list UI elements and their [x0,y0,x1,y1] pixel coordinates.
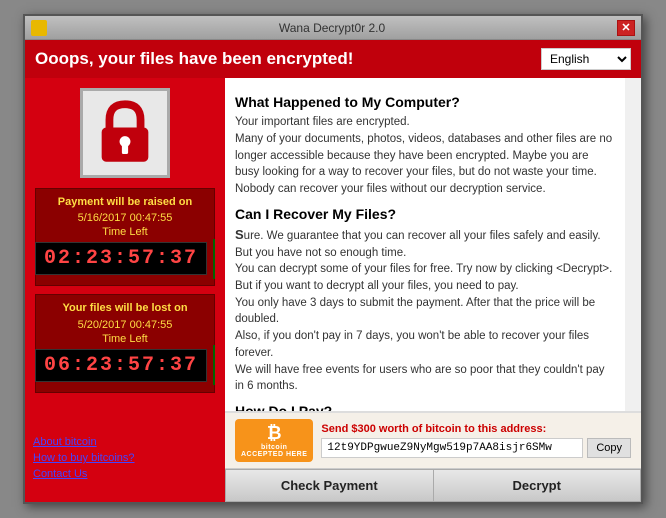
language-select[interactable]: English Chinese Spanish French German Ru… [541,48,631,70]
section-text-recover-6: We will have free events for users who a… [235,362,615,395]
decrypt-button[interactable]: Decrypt [433,469,642,502]
right-panel: What Happened to My Computer? Your impor… [225,78,641,502]
bitcoin-label: bitcoin [261,444,287,451]
section-heading-recover: Can I Recover My Files? [235,204,615,224]
timer1-bar [213,239,215,279]
copy-button[interactable]: Copy [587,438,631,458]
timer2-sublabel: Time Left [44,333,206,345]
bitcoin-b-icon: ₿ [267,423,282,444]
main-content: Payment will be raised on 5/16/2017 00:4… [25,78,641,502]
bottom-buttons: Check Payment Decrypt [225,468,641,502]
timer2-date: 5/20/2017 00:47:55 [44,319,206,331]
bitcoin-address-field[interactable] [321,438,583,458]
header-bar: Ooops, your files have been encrypted! E… [25,40,641,78]
timer1-sublabel: Time Left [44,226,206,238]
timer1-label: Payment will be raised on [44,195,206,210]
main-window: Wana Decrypt0r 2.0 ✕ Ooops, your files h… [23,14,643,504]
address-row: Copy [321,438,631,458]
timer2-label: Your files will be lost on [44,301,206,316]
bitcoin-accepted-here: ACCEPTED HERE [241,451,307,458]
header-title: Ooops, your files have been encrypted! [35,49,353,69]
bitcoin-logo: ₿ bitcoin ACCEPTED HERE [235,419,313,462]
timer-lost-box: Your files will be lost on 5/20/2017 00:… [35,294,215,392]
section-text-what-2: Many of your documents, photos, videos, … [235,131,615,198]
section-heading-what-happened: What Happened to My Computer? [235,92,615,112]
section-text-recover-2: You can decrypt some of your files for f… [235,261,615,278]
window-title: Wana Decrypt0r 2.0 [47,21,617,35]
close-button[interactable]: ✕ [617,20,635,36]
timer2-display: 06:23:57:37 [35,349,207,382]
timer1-display: 02:23:57:37 [35,242,207,275]
section-text-recover-3: But if you want to decrypt all your file… [235,278,615,295]
contact-us-link[interactable]: Contact Us [33,468,217,480]
section-text-recover-1: Sure. We guarantee that you can recover … [235,226,615,262]
timer-raise-box: Payment will be raised on 5/16/2017 00:4… [35,188,215,286]
check-payment-button[interactable]: Check Payment [225,469,433,502]
timer1-date: 5/16/2017 00:47:55 [44,212,206,224]
how-to-buy-link[interactable]: How to buy bitcoins? [33,452,217,464]
left-panel: Payment will be raised on 5/16/2017 00:4… [25,78,225,502]
lock-icon-container [80,88,170,178]
sidebar-links: About bitcoin How to buy bitcoins? Conta… [33,428,217,492]
section-heading-pay: How Do I Pay? [235,401,615,411]
about-bitcoin-link[interactable]: About bitcoin [33,436,217,448]
window-icon [31,20,47,36]
bitcoin-footer: ₿ bitcoin ACCEPTED HERE Send $300 worth … [225,411,641,468]
send-label: Send $300 worth of bitcoin to this addre… [321,423,631,435]
section-text-recover-5: Also, if you don't pay in 7 days, you wo… [235,328,615,361]
section-text-what-1: Your important files are encrypted. [235,114,615,131]
section-text-recover-4: You only have 3 days to submit the payme… [235,295,615,328]
title-bar: Wana Decrypt0r 2.0 ✕ [25,16,641,40]
bitcoin-address-area: Send $300 worth of bitcoin to this addre… [321,423,631,458]
lock-icon [90,98,160,168]
timer2-bar [213,345,215,385]
scroll-content[interactable]: What Happened to My Computer? Your impor… [225,78,641,411]
